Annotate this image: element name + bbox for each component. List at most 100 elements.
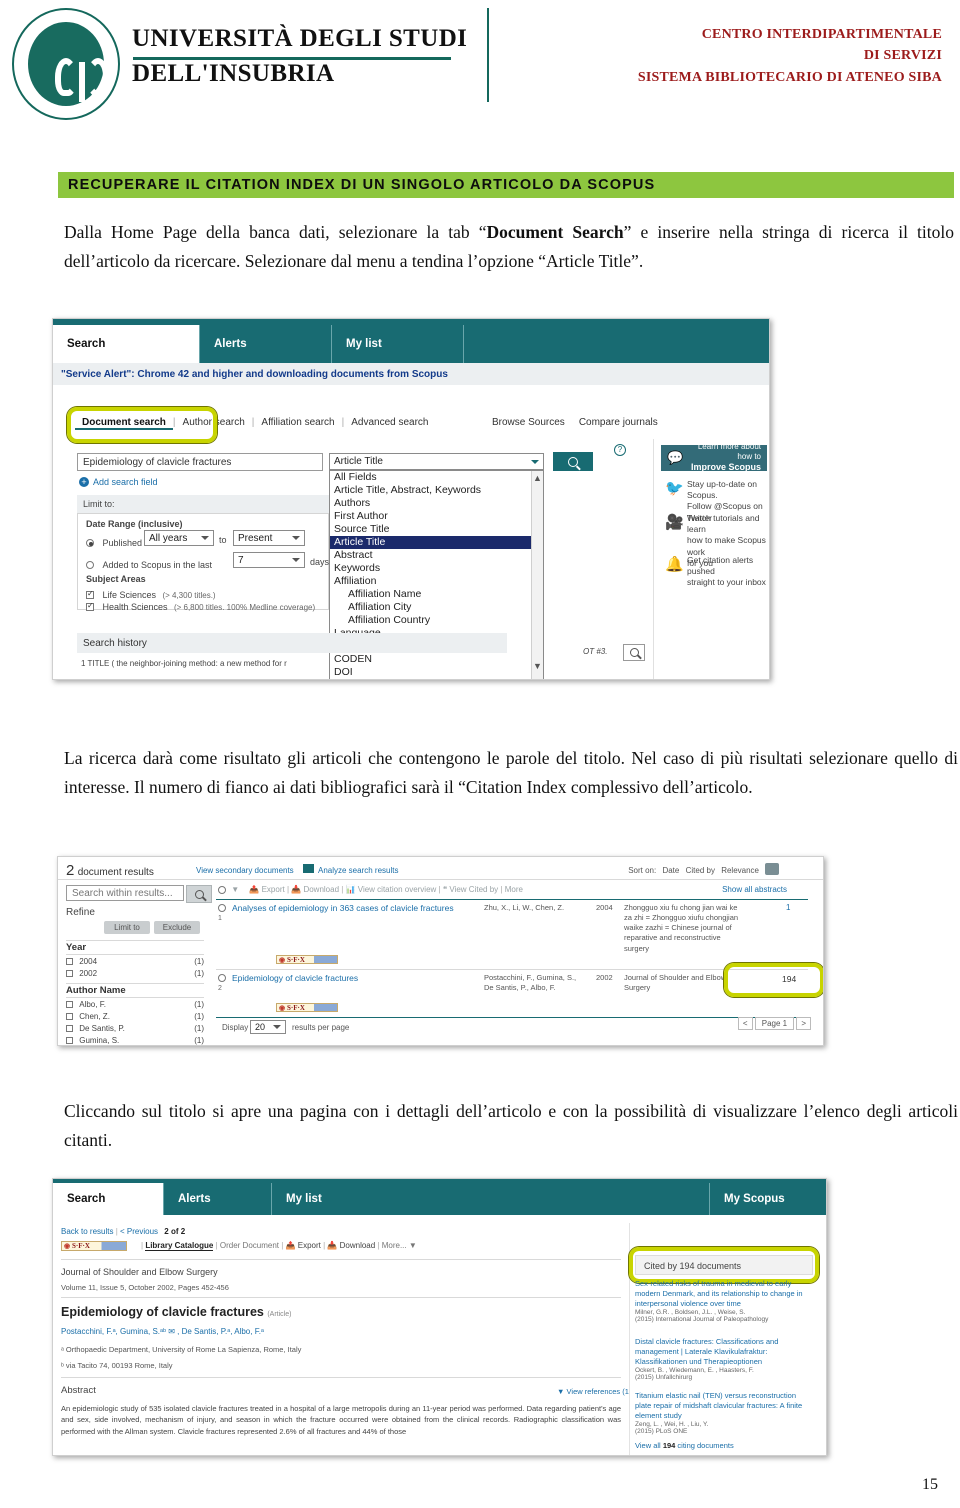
field-select[interactable]: Article Title: [329, 453, 544, 470]
option-affiliation-country[interactable]: Affiliation Country: [330, 614, 543, 627]
scroll-up-icon[interactable]: ▲: [533, 473, 542, 483]
sfx-button-row2[interactable]: S·F·X: [276, 1003, 338, 1012]
added-days-select[interactable]: 7: [233, 552, 305, 568]
cited-item-title[interactable]: Distal clavicle fractures: Classificatio…: [635, 1337, 811, 1367]
facet-year-2004[interactable]: 2004 (1): [66, 957, 204, 966]
results-per-page-select[interactable]: 20: [250, 1020, 286, 1034]
list-item[interactable]: Distal clavicle fractures: Classificatio…: [635, 1337, 811, 1381]
page-next-button[interactable]: >: [796, 1017, 811, 1030]
pagination[interactable]: < Page 1 >: [737, 1017, 811, 1030]
view-secondary-documents-link[interactable]: View secondary documents: [196, 866, 294, 875]
option-affiliation-city[interactable]: Affiliation City: [330, 601, 543, 614]
facet-author-desantis[interactable]: De Santis, P. (1): [66, 1024, 204, 1033]
option-article-title[interactable]: Article Title: [330, 536, 543, 549]
option-first-author[interactable]: First Author: [330, 510, 543, 523]
sfx-button-row1[interactable]: S·F·X: [276, 955, 338, 964]
view-references-link[interactable]: ▼ View references (16): [557, 1387, 636, 1396]
search-button[interactable]: [553, 452, 593, 471]
facet-author-chen[interactable]: Chen, Z. (1): [66, 1012, 204, 1021]
select-all-caret[interactable]: ▼: [231, 885, 239, 894]
browse-sources-link[interactable]: Browse Sources: [485, 417, 572, 428]
row-title[interactable]: Analyses of epidemiology in 363 cases of…: [232, 903, 454, 913]
help-icon-search[interactable]: ?: [614, 444, 626, 456]
journal-name[interactable]: Journal of Shoulder and Elbow Surgery: [61, 1267, 218, 1277]
sort-cited-by[interactable]: Cited by: [686, 866, 715, 875]
compare-journals-link[interactable]: Compare journals: [572, 417, 665, 428]
facet-checkbox[interactable]: [66, 1037, 73, 1045]
added-radio[interactable]: [86, 560, 94, 569]
row-authors[interactable]: Postacchini, F., Gumina, S., De Santis, …: [484, 973, 582, 993]
row-title[interactable]: Epidemiology of clavicle fractures: [232, 973, 358, 983]
more-button[interactable]: More: [505, 885, 523, 894]
option-authors[interactable]: Authors: [330, 497, 543, 510]
published-radio-row[interactable]: Published: [86, 534, 142, 552]
detail-export-button[interactable]: 📤 Export: [286, 1241, 321, 1250]
detail-more-button[interactable]: More... ▼: [382, 1241, 417, 1250]
tab-search[interactable]: Search: [53, 325, 199, 363]
search-history-row[interactable]: 1 TITLE ( the neighbor-joining method: a…: [81, 659, 501, 668]
subtab-advanced-search[interactable]: Advanced search: [344, 417, 435, 428]
exclude-button[interactable]: Exclude: [154, 921, 200, 934]
facet-checkbox[interactable]: [66, 1001, 73, 1009]
facet-checkbox[interactable]: [66, 970, 73, 978]
back-to-results-link[interactable]: Back to results: [61, 1227, 113, 1236]
export-button[interactable]: 📤 Export: [249, 885, 284, 894]
date-to-select[interactable]: Present: [233, 530, 305, 546]
sort-date[interactable]: Date: [662, 866, 679, 875]
health-sciences-checkbox[interactable]: [86, 601, 94, 611]
detail-download-button[interactable]: 📥 Download: [327, 1241, 375, 1250]
row-authors[interactable]: Zhu, X., Li, W., Chen, Z.: [484, 903, 582, 912]
row-checkbox[interactable]: [218, 974, 226, 982]
option-affiliation-name[interactable]: Affiliation Name: [330, 588, 543, 601]
option-all-fields[interactable]: All Fields: [330, 471, 543, 484]
page-prev-button[interactable]: <: [737, 1017, 753, 1030]
detail-tab-my-list[interactable]: My list: [271, 1183, 379, 1215]
analyze-search-results-link[interactable]: Analyze search results: [318, 866, 398, 875]
limit-to-button[interactable]: Limit to: [104, 921, 150, 934]
date-from-select[interactable]: All years: [144, 530, 214, 546]
facet-checkbox[interactable]: [66, 1025, 73, 1033]
promo-alerts-text[interactable]: Get citation alerts pushed straight to y…: [687, 555, 769, 589]
cited-item-title[interactable]: Sex-related risks of trauma in medieval …: [635, 1279, 811, 1309]
detail-tab-search[interactable]: Search: [53, 1183, 163, 1215]
detail-tab-my-scopus[interactable]: My Scopus: [709, 1183, 826, 1215]
article-authors[interactable]: Postacchini, F.ᵃ, Gumina, S.ᵃᵇ ✉ , De Sa…: [61, 1327, 264, 1336]
select-all-checkbox[interactable]: [218, 885, 226, 894]
add-search-field-link[interactable]: Add search field: [93, 477, 158, 487]
search-within-button[interactable]: [186, 885, 212, 903]
download-button[interactable]: 📥 Download: [291, 885, 339, 894]
option-title-abstract-keywords[interactable]: Article Title, Abstract, Keywords: [330, 484, 543, 497]
option-affiliation[interactable]: Affiliation: [330, 575, 543, 588]
row-checkbox[interactable]: [218, 904, 226, 912]
previous-link[interactable]: < Previous: [120, 1227, 158, 1236]
tab-my-list[interactable]: My list: [331, 325, 463, 363]
facet-checkbox[interactable]: [66, 958, 73, 966]
published-radio[interactable]: [86, 538, 94, 547]
tab-alerts[interactable]: Alerts: [199, 325, 331, 363]
option-source-title[interactable]: Source Title: [330, 523, 543, 536]
option-keywords[interactable]: Keywords: [330, 562, 543, 575]
view-cited-by-button[interactable]: ❝ View Cited by: [443, 885, 498, 894]
subject-health-sciences-row[interactable]: Health Sciences (> 6,800 titles. 100% Me…: [86, 598, 315, 616]
search-term-input[interactable]: Epidemiology of clavicle fractures: [77, 453, 323, 471]
facet-checkbox[interactable]: [66, 1013, 73, 1021]
list-item[interactable]: Titanium elastic nail (TEN) versus recon…: [635, 1391, 811, 1435]
library-catalogue-button[interactable]: Library Catalogue: [145, 1241, 214, 1251]
history-search-button[interactable]: [623, 644, 645, 661]
search-within-input[interactable]: Search within results...: [66, 885, 184, 901]
sort-controls[interactable]: Sort on: Date Cited by Relevance: [628, 866, 759, 875]
added-radio-row[interactable]: Added to Scopus in the last: [86, 556, 212, 574]
sort-more-icon[interactable]: [765, 863, 779, 875]
list-item[interactable]: Sex-related risks of trauma in medieval …: [635, 1279, 811, 1323]
subtab-affiliation-search[interactable]: Affiliation search: [254, 417, 341, 428]
sort-relevance[interactable]: Relevance: [721, 866, 759, 875]
detail-sfx-button[interactable]: S·F·X: [61, 1241, 127, 1251]
cited-item-title[interactable]: Titanium elastic nail (TEN) versus recon…: [635, 1391, 811, 1421]
option-abstract[interactable]: Abstract: [330, 549, 543, 562]
facet-author-gumina[interactable]: Gumina, S. (1): [66, 1036, 204, 1045]
view-citation-overview-button[interactable]: 📊 View citation overview: [346, 885, 437, 894]
facet-year-2002[interactable]: 2002 (1): [66, 969, 204, 978]
detail-tab-alerts[interactable]: Alerts: [163, 1183, 271, 1215]
order-document-button[interactable]: Order Document: [220, 1241, 279, 1250]
view-all-citing-link[interactable]: View all 194 citing documents: [635, 1441, 734, 1450]
